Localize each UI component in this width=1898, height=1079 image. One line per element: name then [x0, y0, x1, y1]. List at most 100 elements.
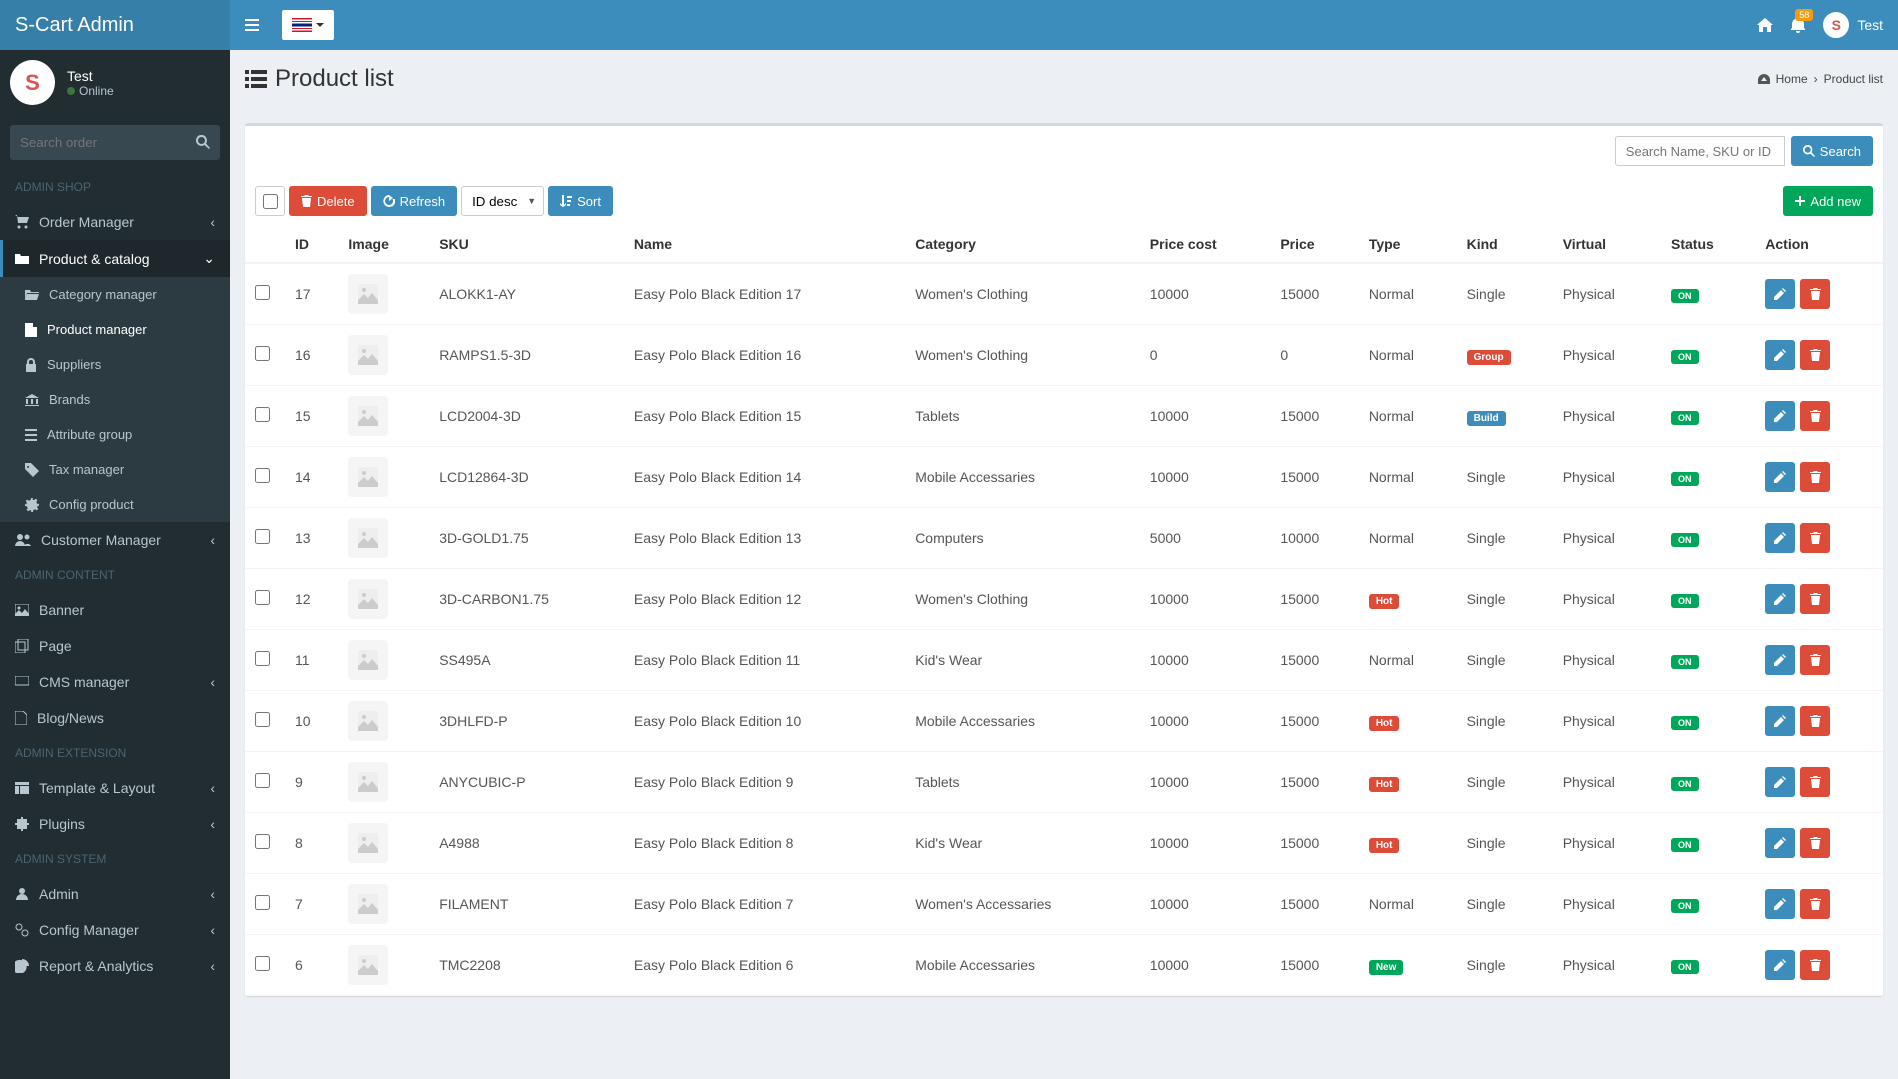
user-menu[interactable]: S Test	[1823, 12, 1883, 38]
row-checkbox[interactable]	[255, 956, 270, 971]
delete-row-button[interactable]	[1800, 462, 1830, 492]
nav-product-manager[interactable]: Product manager	[0, 312, 230, 347]
nav-customer-manager[interactable]: Customer Manager ‹	[0, 522, 230, 558]
row-checkbox[interactable]	[255, 773, 270, 788]
nav-plugins[interactable]: Plugins‹	[0, 806, 230, 842]
delete-button[interactable]: Delete	[289, 186, 367, 216]
row-checkbox[interactable]	[255, 712, 270, 727]
select-all-checkbox[interactable]	[263, 194, 278, 209]
delete-row-button[interactable]	[1800, 645, 1830, 675]
logo[interactable]: S-Cart Admin	[0, 0, 230, 50]
dashboard-icon	[1758, 74, 1770, 84]
sort-select[interactable]: ID desc	[461, 186, 544, 216]
cell-name: Easy Polo Black Edition 9	[624, 752, 905, 813]
cell-kind: Single	[1457, 813, 1553, 874]
edit-button[interactable]	[1765, 584, 1795, 614]
edit-icon	[1774, 471, 1786, 483]
cell-virtual: Physical	[1553, 508, 1661, 569]
section-admin-system: ADMIN SYSTEM	[0, 842, 230, 876]
users-icon	[15, 888, 29, 900]
row-checkbox[interactable]	[255, 651, 270, 666]
edit-button[interactable]	[1765, 340, 1795, 370]
delete-row-button[interactable]	[1800, 706, 1830, 736]
breadcrumb-home[interactable]: Home	[1776, 72, 1808, 86]
chevron-left-icon: ‹	[210, 780, 215, 796]
delete-row-button[interactable]	[1800, 584, 1830, 614]
edit-button[interactable]	[1765, 767, 1795, 797]
language-switcher[interactable]	[282, 10, 334, 40]
breadcrumb: Home › Product list	[1758, 72, 1883, 86]
nav-tax-manager[interactable]: Tax manager	[0, 452, 230, 487]
product-image	[348, 335, 388, 375]
row-checkbox[interactable]	[255, 590, 270, 605]
nav-config-product[interactable]: Config product	[0, 487, 230, 522]
edit-button[interactable]	[1765, 950, 1795, 980]
add-new-button[interactable]: Add new	[1783, 186, 1873, 216]
cell-price: 15000	[1270, 935, 1358, 996]
nav-suppliers[interactable]: Suppliers	[0, 347, 230, 382]
row-checkbox[interactable]	[255, 285, 270, 300]
sidebar-toggle[interactable]	[230, 18, 274, 32]
edit-button[interactable]	[1765, 645, 1795, 675]
cell-price-cost: 10000	[1140, 630, 1271, 691]
avatar-icon: S	[1823, 12, 1849, 38]
delete-row-button[interactable]	[1800, 889, 1830, 919]
nav-page[interactable]: Page	[0, 628, 230, 664]
cell-type: Normal	[1359, 508, 1457, 569]
table-row: 16 RAMPS1.5-3D Easy Polo Black Edition 1…	[245, 325, 1883, 386]
nav-template[interactable]: Template & Layout‹	[0, 770, 230, 806]
nav-attribute-group[interactable]: Attribute group	[0, 417, 230, 452]
search-icon[interactable]	[196, 135, 210, 149]
edit-button[interactable]	[1765, 279, 1795, 309]
delete-row-button[interactable]	[1800, 950, 1830, 980]
nav-product-catalog[interactable]: Product & catalog ⌄	[0, 240, 230, 277]
edit-button[interactable]	[1765, 523, 1795, 553]
nav-blog[interactable]: Blog/News	[0, 700, 230, 736]
edit-button[interactable]	[1765, 401, 1795, 431]
edit-button[interactable]	[1765, 828, 1795, 858]
row-checkbox[interactable]	[255, 529, 270, 544]
sort-button[interactable]: Sort	[548, 186, 613, 216]
row-checkbox[interactable]	[255, 346, 270, 361]
nav-banner[interactable]: Banner	[0, 592, 230, 628]
edit-button[interactable]	[1765, 889, 1795, 919]
select-all-wrapper[interactable]	[255, 186, 285, 216]
search-order-input[interactable]	[10, 125, 220, 160]
nav-report[interactable]: Report & Analytics‹	[0, 948, 230, 984]
nav-config-manager[interactable]: Config Manager‹	[0, 912, 230, 948]
nav-order-manager[interactable]: Order Manager ‹	[0, 204, 230, 240]
search-button[interactable]: Search	[1791, 136, 1873, 166]
delete-row-button[interactable]	[1800, 340, 1830, 370]
edit-button[interactable]	[1765, 462, 1795, 492]
cell-price: 0	[1270, 325, 1358, 386]
home-link[interactable]	[1757, 18, 1773, 32]
search-product-input[interactable]	[1615, 136, 1785, 166]
nav-admin[interactable]: Admin‹	[0, 876, 230, 912]
row-checkbox[interactable]	[255, 895, 270, 910]
row-checkbox[interactable]	[255, 468, 270, 483]
cell-type: Hot	[1359, 813, 1457, 874]
nav-brands[interactable]: Brands	[0, 382, 230, 417]
edit-icon	[1774, 349, 1786, 361]
delete-row-button[interactable]	[1800, 828, 1830, 858]
th-name: Name	[624, 226, 905, 263]
trash-icon	[1810, 349, 1821, 361]
row-checkbox[interactable]	[255, 407, 270, 422]
delete-row-button[interactable]	[1800, 523, 1830, 553]
delete-row-button[interactable]	[1800, 401, 1830, 431]
status-badge: ON	[1671, 716, 1699, 730]
notifications-button[interactable]: 58	[1791, 17, 1805, 33]
list-icon	[245, 70, 267, 88]
edit-button[interactable]	[1765, 706, 1795, 736]
cell-kind: Single	[1457, 447, 1553, 508]
delete-row-button[interactable]	[1800, 767, 1830, 797]
delete-row-button[interactable]	[1800, 279, 1830, 309]
caret-down-icon	[316, 23, 324, 27]
nav-cms-manager[interactable]: CMS manager‹	[0, 664, 230, 700]
cell-sku: 3D-CARBON1.75	[429, 569, 624, 630]
cell-sku: RAMPS1.5-3D	[429, 325, 624, 386]
bank-icon	[25, 394, 39, 406]
nav-category-manager[interactable]: Category manager	[0, 277, 230, 312]
refresh-button[interactable]: Refresh	[371, 186, 458, 216]
row-checkbox[interactable]	[255, 834, 270, 849]
